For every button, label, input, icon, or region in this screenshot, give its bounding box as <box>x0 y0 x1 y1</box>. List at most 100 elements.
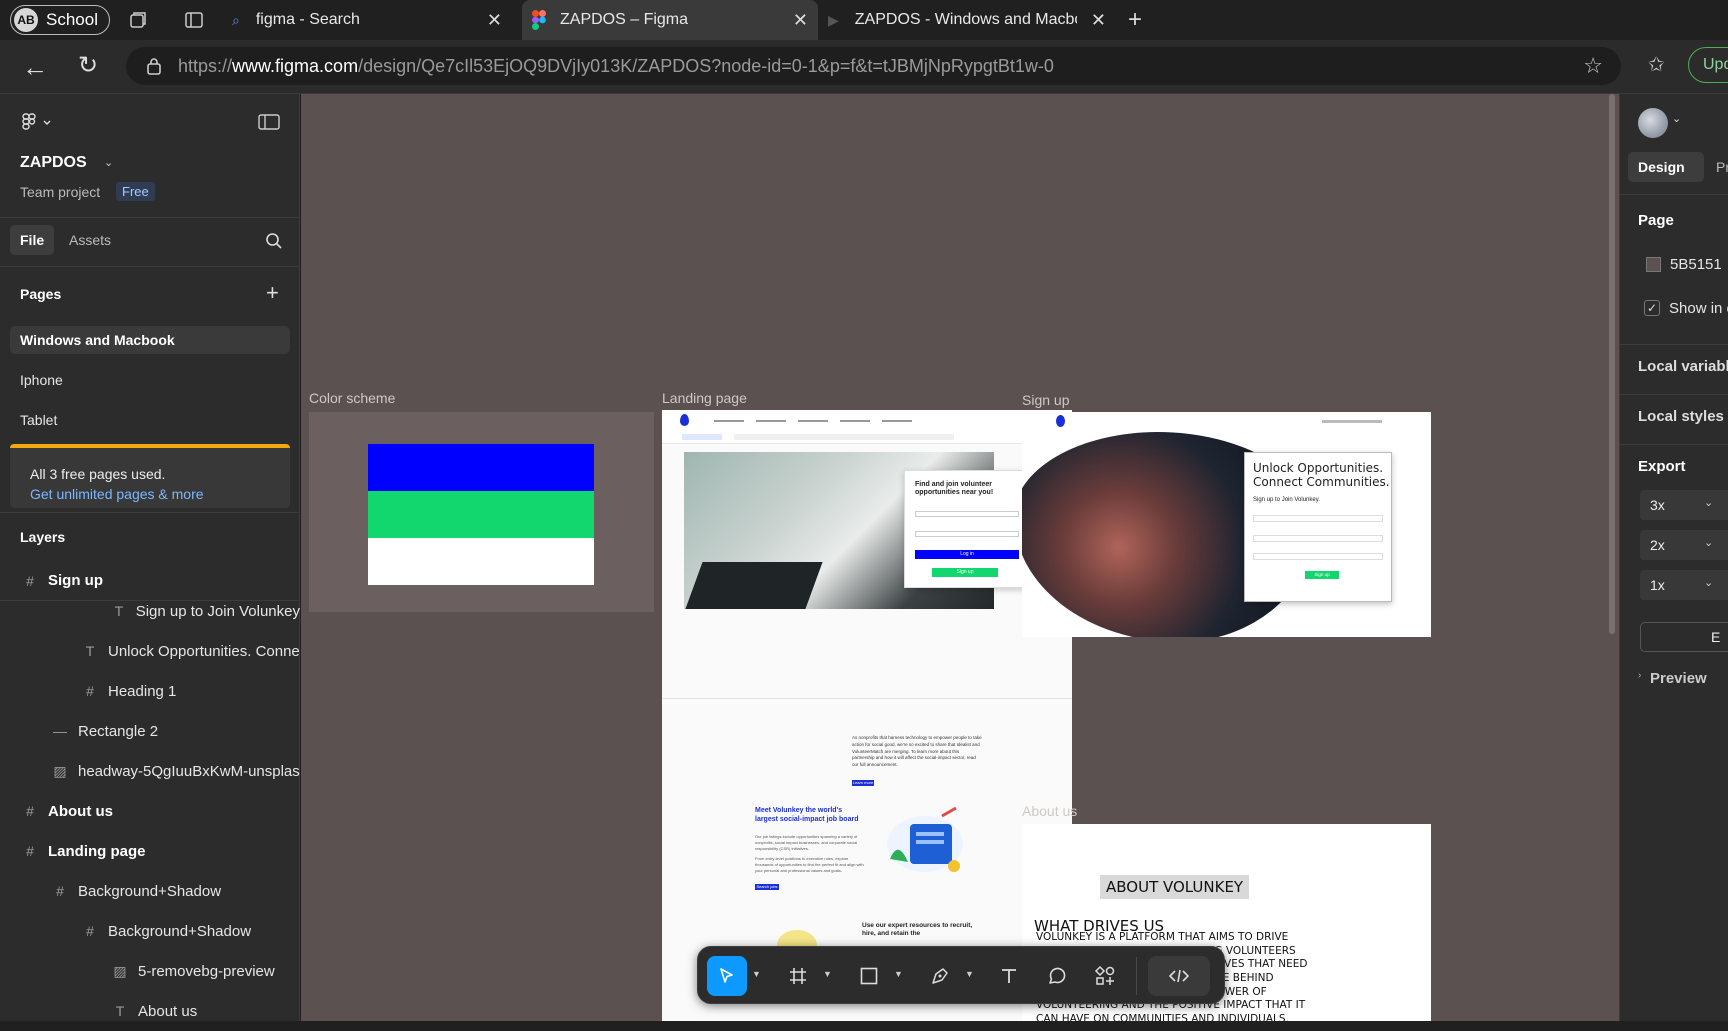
avatar: AB <box>14 8 38 32</box>
pen-tool[interactable] <box>920 956 960 996</box>
show-in-exports-checkbox[interactable]: ✓ <box>1644 300 1660 316</box>
dev-mode-toggle[interactable] <box>1148 956 1210 996</box>
toolbar-divider <box>1136 957 1137 995</box>
team-label: Team project <box>20 184 101 200</box>
layer-item[interactable]: ▨ headway-5QgIuuBxKwM-unsplas <box>0 751 300 791</box>
local-styles[interactable]: Local styles <box>1638 408 1724 425</box>
upgrade-banner: All 3 free pages used. Get unlimited pag… <box>10 444 290 508</box>
tab-prototype[interactable]: Pr <box>1716 159 1728 175</box>
chevron-down-icon[interactable]: ▼ <box>965 969 974 979</box>
chevron-down-icon[interactable]: ▼ <box>823 969 832 979</box>
layer-item[interactable]: # Background+Shadow <box>0 871 300 911</box>
favorites-icon[interactable]: ✩ <box>1648 52 1665 77</box>
logo-icon <box>680 414 689 426</box>
layer-item[interactable]: # Background+Shadow <box>0 911 300 951</box>
page-item-iphone[interactable]: Iphone <box>20 372 63 388</box>
shape-tool[interactable] <box>849 956 889 996</box>
chevron-right-icon[interactable]: › <box>1638 670 1641 681</box>
export-heading: Export <box>1638 458 1686 475</box>
layer-item[interactable]: # Heading 1 <box>0 671 300 711</box>
workspaces-icon[interactable] <box>128 10 148 30</box>
layer-item[interactable]: — Rectangle 2 <box>0 711 300 751</box>
export-scale-select[interactable]: 2x ⌄ <box>1640 530 1728 560</box>
frame-icon <box>788 966 808 986</box>
frame-label-about-us[interactable]: About us <box>1022 803 1077 819</box>
design-canvas[interactable]: Color scheme Landing page Find and join … <box>301 94 1619 1021</box>
reload-icon[interactable]: ↻ <box>78 51 98 80</box>
url-field[interactable]: https://www.figma.com/design/Qe7cIl53EjO… <box>126 47 1621 85</box>
layer-item[interactable]: T Unlock Opportunities. Conne <box>0 631 300 671</box>
tab-zapdos-figma[interactable]: ZAPDOS – Figma ✕ <box>522 0 818 40</box>
avatar[interactable] <box>1638 108 1668 138</box>
file-name[interactable]: ZAPDOS <box>20 154 87 172</box>
nav-search <box>734 434 954 440</box>
export-scale-value: 2x <box>1650 537 1665 553</box>
tab-design[interactable]: Design <box>1628 152 1704 182</box>
preview-toggle[interactable]: Preview <box>1650 670 1707 687</box>
search-icon[interactable] <box>265 232 283 250</box>
text-tool[interactable] <box>989 956 1029 996</box>
star-icon[interactable]: ☆ <box>1583 53 1603 79</box>
chevron-down-icon[interactable]: ⌄ <box>1672 112 1681 125</box>
tab-assets[interactable]: Assets <box>69 232 111 248</box>
chevron-down-icon[interactable]: ⌄ <box>104 156 113 169</box>
frame-color-scheme[interactable] <box>309 412 654 612</box>
laptop-shape <box>685 562 823 609</box>
back-icon[interactable]: ← <box>22 52 48 83</box>
frame-landing-page[interactable]: Find and join volunteer opportunities ne… <box>662 410 1072 1021</box>
page-heading: Page <box>1638 212 1674 229</box>
frame-icon: # <box>26 572 34 589</box>
layer-item[interactable]: # About us <box>0 791 300 831</box>
add-page-icon[interactable]: + <box>266 280 279 306</box>
close-icon[interactable]: ✕ <box>487 10 502 31</box>
frame-tool[interactable] <box>778 956 818 996</box>
frame-label-landing-page[interactable]: Landing page <box>662 390 747 406</box>
about-title: ABOUT VOLUNKEY <box>1100 875 1250 899</box>
export-scale-select[interactable]: 3x ⌄ <box>1640 490 1728 520</box>
frame-sign-up[interactable]: Unlock Opportunities. Connect Communitie… <box>1022 412 1431 637</box>
move-tool[interactable] <box>707 956 747 996</box>
page-item-tablet[interactable]: Tablet <box>20 412 57 428</box>
tab-actions-icon[interactable] <box>184 10 204 30</box>
layer-item[interactable]: ▨ 5-removebg-preview <box>0 951 300 991</box>
search-jobs-button: Search jobs <box>755 884 779 890</box>
page-color-value[interactable]: 5B5151 <box>1670 256 1722 273</box>
export-button[interactable]: E <box>1640 622 1728 652</box>
pen-icon <box>930 966 950 986</box>
comment-icon <box>1047 966 1067 986</box>
tab-file[interactable]: File <box>10 225 54 255</box>
layer-label: 5-removebg-preview <box>138 962 275 980</box>
frame-label-color-scheme[interactable]: Color scheme <box>309 390 395 406</box>
page-color-swatch[interactable] <box>1646 257 1661 272</box>
tab-zapdos-windows[interactable]: ▶ ZAPDOS - Windows and Macbook ✕ <box>826 0 1116 40</box>
chevron-down-icon: ⌄ <box>1704 537 1714 549</box>
update-button[interactable]: Upd <box>1688 47 1728 83</box>
close-icon[interactable]: ✕ <box>1091 10 1106 31</box>
left-panel: ZAPDOS ⌄ Team project Free File Assets P… <box>0 94 300 1021</box>
toggle-sidebar-icon[interactable] <box>258 114 280 130</box>
export-scale-select[interactable]: 1x ⌄ <box>1640 570 1728 600</box>
image-icon: ▨ <box>53 762 67 779</box>
upgrade-link[interactable]: Get unlimited pages & more <box>30 486 204 502</box>
profile-button[interactable]: AB School <box>10 5 110 35</box>
chevron-down-icon[interactable]: ▼ <box>752 969 761 979</box>
text-icon: T <box>114 603 124 619</box>
layer-item[interactable]: T About us <box>0 991 300 1031</box>
layer-label: headway-5QgIuuBxKwM-unsplas <box>78 762 300 780</box>
divider <box>0 266 300 267</box>
export-scale-value: 3x <box>1650 497 1665 513</box>
frame-label-sign-up[interactable]: Sign up <box>1022 392 1069 408</box>
page-item-windows-and-macbook[interactable]: Windows and Macbook <box>20 332 175 348</box>
job-board-illustration <box>880 804 970 879</box>
canvas-scrollbar[interactable] <box>1609 94 1615 634</box>
tab-figma-search[interactable]: ⌕ figma - Search ✕ <box>222 0 512 40</box>
figma-menu-icon[interactable] <box>22 112 52 132</box>
comment-tool[interactable] <box>1037 956 1077 996</box>
new-tab-icon[interactable]: + <box>1128 6 1142 34</box>
close-icon[interactable]: ✕ <box>793 10 808 31</box>
actions-tool[interactable] <box>1085 956 1125 996</box>
chevron-down-icon[interactable]: ▼ <box>894 969 903 979</box>
layer-item[interactable]: # Landing page <box>0 831 300 871</box>
local-variables[interactable]: Local variable <box>1638 358 1728 375</box>
layer-item[interactable]: T Sign up to Join Volunkey <box>0 591 300 631</box>
